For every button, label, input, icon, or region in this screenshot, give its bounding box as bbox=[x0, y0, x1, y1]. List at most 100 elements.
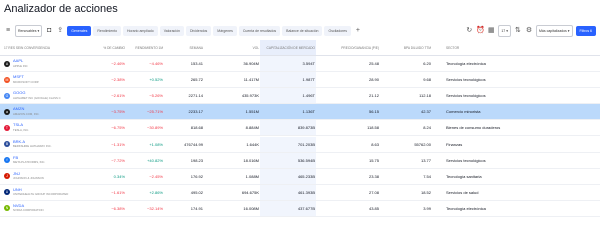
col-pe[interactable]: PRECIO/GANANCIA (P/E) bbox=[316, 46, 380, 50]
market-cap-cell: 1.987T bbox=[260, 72, 316, 88]
screener-table: 17 RES SEIN CONVERGENCIA % DE CAMBIO REN… bbox=[0, 40, 600, 217]
tab-2[interactable]: Horario ampliado bbox=[123, 26, 158, 36]
market-cap-cell: 536.594B bbox=[260, 152, 316, 168]
tab-8[interactable]: Osciladores bbox=[324, 26, 351, 36]
company-name: MICROSOFT CORP. bbox=[13, 79, 40, 84]
ticker-cell[interactable]: B BRK.A BERKSHIRE HATHAWAY INC. bbox=[0, 140, 96, 149]
ticker-cell[interactable]: J JNJ JOHNSON & JOHNSON bbox=[0, 172, 96, 181]
pe-cell: 25.48 bbox=[368, 61, 379, 67]
ticker-cell[interactable]: A AAPL APPLE INC bbox=[0, 59, 96, 68]
return-cell: +0.52% bbox=[149, 77, 163, 83]
save-icon[interactable]: ◘ bbox=[45, 26, 53, 36]
col-volume[interactable]: VOL bbox=[204, 46, 260, 50]
volume-cell: 11.417M bbox=[243, 77, 259, 83]
filters-button[interactable]: Filtros 6 bbox=[575, 26, 596, 36]
sector-cell: Comercio minorista bbox=[446, 109, 481, 115]
eps-cell: 3.99 bbox=[423, 205, 431, 211]
return-cell: −4.46% bbox=[149, 61, 163, 67]
share-icon[interactable]: ⇪ bbox=[56, 26, 64, 36]
volume-cell: 8.884M bbox=[245, 125, 259, 131]
tab-3[interactable]: Valoración bbox=[159, 26, 184, 36]
pe-cell: 28.90 bbox=[368, 77, 379, 83]
screener-select[interactable]: Renovables ▾ bbox=[15, 25, 43, 37]
change-cell: −3.75% bbox=[111, 109, 125, 115]
settings-icon[interactable]: ⚙ bbox=[525, 26, 533, 36]
ticker-text: TSLA TESLA, INC. bbox=[13, 123, 29, 132]
company-name: APPLE INC bbox=[13, 63, 28, 68]
menu-icon[interactable]: ≡ bbox=[4, 26, 12, 36]
ticker-cell[interactable]: f FB META PLATFORMS, INC. bbox=[0, 156, 96, 165]
table-row[interactable]: A AAPL APPLE INC −2.46% −4.46% 153.41 36.904M 3… bbox=[0, 56, 600, 73]
company-logo-icon: T bbox=[4, 124, 10, 131]
tab-0[interactable]: Generales bbox=[67, 26, 92, 36]
column-tabs: Generales Rendimiento Horario ampliado Valo… bbox=[67, 26, 351, 36]
tab-1[interactable]: Rendimiento bbox=[93, 26, 122, 36]
sort-select[interactable]: Más capitalizados ▾ bbox=[535, 25, 573, 37]
sector-cell: Tecnología electrónica bbox=[446, 61, 486, 67]
return-cell: −2.45% bbox=[149, 173, 163, 179]
half-year-cell: 2271.14 bbox=[188, 93, 203, 99]
flag-icon[interactable]: ▦ bbox=[487, 26, 495, 36]
col-return[interactable]: RENDIMIENTO 1M bbox=[126, 46, 164, 50]
half-year-cell: 495.02 bbox=[190, 189, 203, 195]
half-year-cell: 818.68 bbox=[190, 125, 203, 131]
toolbar-right: ↻ ⏰ ▦ 17 ▾ ⇅ ⚙ Más capitalizados ▾ Filtr… bbox=[465, 25, 596, 37]
eps-cell: 13.77 bbox=[420, 157, 431, 163]
half-year-cell: 265.72 bbox=[190, 77, 203, 83]
change-cell: −7.72% bbox=[111, 157, 125, 163]
alert-icon[interactable]: ⏰ bbox=[476, 26, 485, 36]
table-row[interactable]: a AMZN AMAZON.COM, INC. −3.75% −25.71% 2233.1… bbox=[0, 104, 600, 121]
market-cap-cell: 461.393B bbox=[260, 184, 316, 200]
change-cell: −2.46% bbox=[111, 61, 125, 67]
col-market-cap[interactable]: CAPITALIZACIÓN DE MERCADO bbox=[260, 40, 316, 55]
return-cell: +40.82% bbox=[147, 157, 163, 163]
col-half-year[interactable]: SEMANA bbox=[164, 46, 204, 50]
ticker-cell[interactable]: U UNH UNITEDHEALTH GROUP INCORPORATED bbox=[0, 188, 96, 197]
company-logo-icon: N bbox=[4, 205, 10, 212]
table-row[interactable]: G GOOG ALPHABET INC (GOOGLE) CLASS C −2.61%… bbox=[0, 88, 600, 105]
count-select[interactable]: 17 ▾ bbox=[498, 25, 511, 37]
tab-7[interactable]: Balance de situación bbox=[282, 26, 323, 36]
col-ticker[interactable]: 17 RES SEIN CONVERGENCIA bbox=[0, 46, 96, 50]
ticker-cell[interactable]: N NVDA NVIDIA CORPORATION bbox=[0, 204, 96, 213]
table-row[interactable]: B BRK.A BERKSHIRE HATHAWAY INC. −1.31% +1.08… bbox=[0, 136, 600, 153]
eps-cell: 9.68 bbox=[423, 77, 431, 83]
change-cell: −2.61% bbox=[111, 93, 125, 99]
table-row[interactable]: J JNJ JOHNSON & JOHNSON 0.34% −2.45% 176.92 1.… bbox=[0, 168, 600, 185]
pe-cell: 56.15 bbox=[368, 109, 379, 115]
tab-5[interactable]: Márgenes bbox=[213, 26, 237, 36]
table-row[interactable]: T TSLA TESLA, INC. −6.75% −30.89% 818.68 8.884… bbox=[0, 120, 600, 137]
table-body: A AAPL APPLE INC −2.46% −4.46% 153.41 36.904M 3… bbox=[0, 56, 600, 217]
add-tab-icon[interactable]: + bbox=[354, 26, 362, 36]
return-cell: −25.71% bbox=[147, 109, 163, 115]
company-name: JOHNSON & JOHNSON bbox=[13, 176, 44, 181]
table-row[interactable]: M MSFT MICROSOFT CORP. −2.38% +0.52% 265.72 11… bbox=[0, 72, 600, 89]
count-label: 17 bbox=[501, 29, 506, 33]
ticker-cell[interactable]: T TSLA TESLA, INC. bbox=[0, 123, 96, 132]
refresh-icon[interactable]: ↻ bbox=[465, 26, 473, 36]
sector-cell: Bienes de consumo duraderos bbox=[446, 125, 501, 131]
table-row[interactable]: N NVDA NVIDIA CORPORATION −6.38% −32.14% 174.… bbox=[0, 200, 600, 217]
company-name: UNITEDHEALTH GROUP INCORPORATED bbox=[13, 192, 69, 197]
ticker-text: AAPL APPLE INC bbox=[13, 59, 28, 68]
half-year-cell: 174.91 bbox=[190, 205, 203, 211]
sort-icon[interactable]: ⇅ bbox=[514, 26, 522, 36]
col-sector[interactable]: SECTOR bbox=[432, 46, 600, 50]
ticker-cell[interactable]: G GOOG ALPHABET INC (GOOGLE) CLASS C bbox=[0, 91, 96, 100]
table-row[interactable]: U UNH UNITEDHEALTH GROUP INCORPORATED −1.61… bbox=[0, 184, 600, 201]
pe-cell: 15.75 bbox=[368, 157, 379, 163]
table-row[interactable]: f FB META PLATFORMS, INC. −7.72% +40.82% 198.… bbox=[0, 152, 600, 169]
sector-cell: Servicios de salud bbox=[446, 189, 479, 195]
tab-4[interactable]: Dividendos bbox=[185, 26, 212, 36]
ticker-text: JNJ JOHNSON & JOHNSON bbox=[13, 172, 44, 181]
col-eps[interactable]: BPA DILUIDO TTM bbox=[380, 46, 432, 50]
pe-cell: 23.38 bbox=[368, 173, 379, 179]
volume-cell: 435.973K bbox=[241, 93, 259, 99]
ticker-cell[interactable]: a AMZN AMAZON.COM, INC. bbox=[0, 107, 96, 116]
eps-cell: 55762.00 bbox=[414, 141, 431, 147]
col-change[interactable]: % DE CAMBIO bbox=[96, 46, 126, 50]
tab-6[interactable]: Cuenta de resultados bbox=[238, 26, 281, 36]
company-name: AMAZON.COM, INC. bbox=[13, 111, 40, 116]
ticker-cell[interactable]: M MSFT MICROSOFT CORP. bbox=[0, 75, 96, 84]
company-logo-icon: J bbox=[4, 173, 10, 180]
